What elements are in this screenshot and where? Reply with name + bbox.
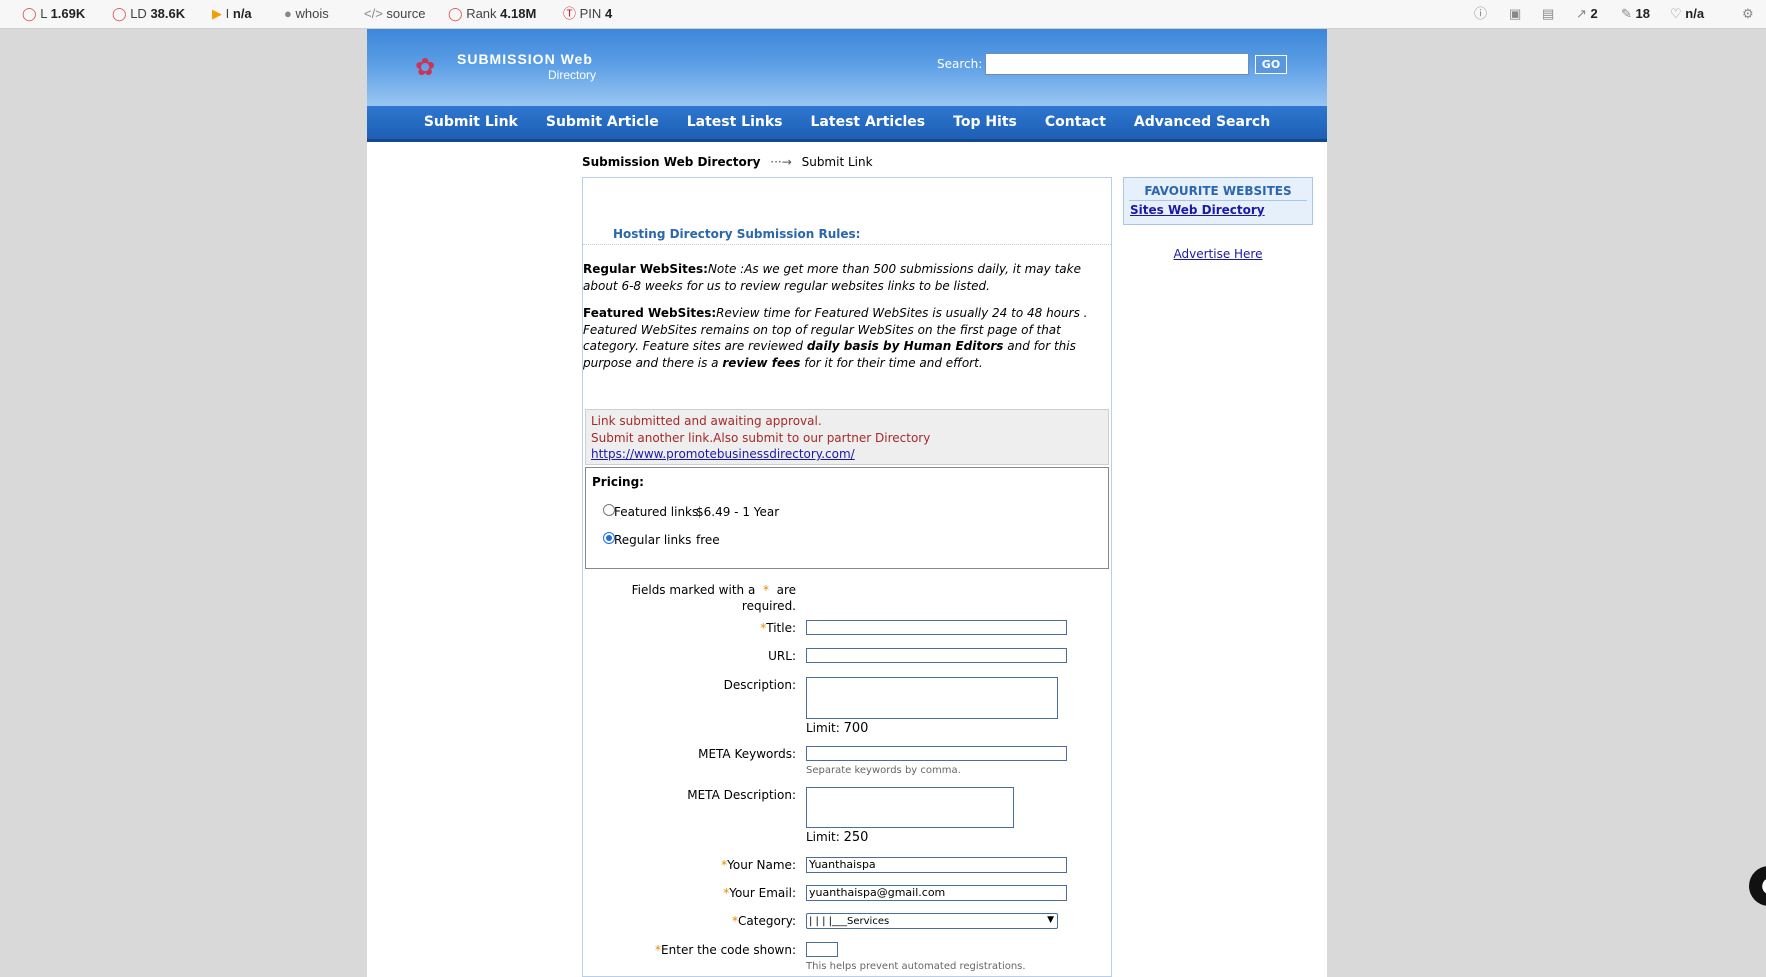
partner-directory-link[interactable]: https://www.promotebusinessdirectory.com… xyxy=(591,447,855,461)
nav-submit-article[interactable]: Submit Article xyxy=(546,106,659,139)
title-input[interactable] xyxy=(806,620,1067,635)
breadcrumb-current: Submit Link xyxy=(801,155,873,169)
nav-advanced-search[interactable]: Advanced Search xyxy=(1134,106,1270,139)
description-textarea[interactable] xyxy=(806,677,1058,719)
url-label: URL: xyxy=(768,649,796,663)
seo-item-edit[interactable]: ✎ 18 xyxy=(1621,6,1650,22)
chevron-down-icon: ▼ xyxy=(1047,915,1054,925)
captcha-hint: This helps prevent automated registratio… xyxy=(806,961,1026,972)
circle-icon: ◯ xyxy=(448,6,463,21)
email-input[interactable]: yuanthaispa@gmail.com xyxy=(806,885,1067,901)
sites-web-directory-link[interactable]: Sites Web Directory xyxy=(1130,203,1265,217)
meta-description-textarea[interactable] xyxy=(806,787,1014,828)
bing-icon: ▶ xyxy=(212,6,222,21)
chat-icon[interactable]: ▣ xyxy=(1509,6,1521,22)
seo-toolbar: ◯ L 1.69K ◯ LD 38.6K ▶ I n/a ● whois </>… xyxy=(0,0,1766,29)
nav-contact[interactable]: Contact xyxy=(1045,106,1106,139)
search-input[interactable] xyxy=(985,53,1249,75)
main-nav: Submit Link Submit Article Latest Links Lat… xyxy=(367,106,1327,142)
seo-item-rank[interactable]: ◯ Rank 4.18M xyxy=(448,6,536,22)
required-note: Fields marked with a * are required. xyxy=(631,583,796,613)
breadcrumb: Submission Web Directory ···→ Submit Lin… xyxy=(582,155,873,169)
meta-description-label: META Description: xyxy=(687,788,796,802)
submission-notice: Link submitted and awaiting approval. Su… xyxy=(585,409,1109,465)
description-label: Description: xyxy=(723,678,796,692)
seo-item-l[interactable]: ◯ L 1.69K xyxy=(22,6,85,22)
name-input[interactable]: Yuanthaispa xyxy=(806,857,1067,873)
nav-latest-links[interactable]: Latest Links xyxy=(687,106,783,139)
site-header: ✿ SUBMISSION Web Directory Search: GO xyxy=(367,29,1327,106)
meta-keywords-label: META Keywords: xyxy=(698,747,796,761)
seo-item-pin[interactable]: Ⓣ PIN 4 xyxy=(563,6,612,22)
pinterest-icon: Ⓣ xyxy=(563,6,577,21)
submit-content: Hosting Directory Submission Rules: Regu… xyxy=(582,177,1112,977)
search-label: Search: xyxy=(937,57,983,71)
meta-description-limit: Limit: 250 xyxy=(806,830,869,845)
regular-links-price: free xyxy=(696,533,720,547)
seo-item-whois[interactable]: ● whois xyxy=(284,6,329,22)
code-label: *Enter the code shown: xyxy=(655,943,796,957)
seo-item-source[interactable]: </> source xyxy=(364,6,425,22)
heart-icon: ♡ xyxy=(1670,6,1682,21)
edit-icon: ✎ xyxy=(1621,6,1632,21)
code-icon: </> xyxy=(364,6,383,21)
favourite-divider xyxy=(1129,200,1307,201)
advertise-here-link[interactable]: Advertise Here xyxy=(1123,247,1313,261)
regular-websites-rule: Regular WebSites:Note :As we get more th… xyxy=(583,262,1081,293)
logo-title[interactable]: SUBMISSION Web xyxy=(457,51,593,67)
gear-icon[interactable]: ⚙ xyxy=(1742,6,1754,22)
logo-subtitle[interactable]: Directory xyxy=(548,68,596,82)
circle-icon: ◯ xyxy=(112,6,127,21)
page-container: ✿ SUBMISSION Web Directory Search: GO Su… xyxy=(367,29,1327,977)
nav-submit-link[interactable]: Submit Link xyxy=(424,106,518,139)
nav-top-hits[interactable]: Top Hits xyxy=(953,106,1017,139)
rules-divider xyxy=(583,244,1111,245)
favourite-websites-title: FAVOURITE WEBSITES xyxy=(1144,184,1292,198)
nav-latest-articles[interactable]: Latest Articles xyxy=(811,106,926,139)
meta-keywords-input[interactable] xyxy=(806,746,1067,761)
chat-widget-icon[interactable]: ● xyxy=(1749,866,1766,906)
category-select[interactable]: | | | |___Services ▼ xyxy=(806,913,1058,929)
breadcrumb-home[interactable]: Submission Web Directory xyxy=(582,155,760,169)
info-icon[interactable]: ⓘ xyxy=(1474,6,1487,22)
meta-keywords-hint: Separate keywords by comma. xyxy=(806,765,961,776)
breadcrumb-arrow-icon: ···→ xyxy=(770,155,792,169)
email-label: *Your Email: xyxy=(723,886,796,900)
person-icon: ● xyxy=(284,6,292,21)
doc-icon[interactable]: ▤ xyxy=(1542,6,1554,22)
featured-websites-rule: Featured WebSites:Review time for Featur… xyxy=(583,306,1088,370)
seo-item-heart[interactable]: ♡ n/a xyxy=(1670,6,1704,22)
featured-links-label[interactable]: Featured links xyxy=(614,505,698,519)
name-label: *Your Name: xyxy=(721,858,796,872)
circle-icon: ◯ xyxy=(22,6,37,21)
seo-item-ld[interactable]: ◯ LD 38.6K xyxy=(112,6,185,22)
regular-links-label[interactable]: Regular links xyxy=(614,533,691,547)
seo-item-i[interactable]: ▶ I n/a xyxy=(212,6,252,22)
search-go-button[interactable]: GO xyxy=(1255,55,1287,74)
category-label: *Category: xyxy=(732,914,796,928)
rules-title: Hosting Directory Submission Rules: xyxy=(613,227,861,241)
pricing-title: Pricing: xyxy=(592,475,644,489)
seo-item-external[interactable]: ↗ 2 xyxy=(1576,6,1598,22)
title-label: *Title: xyxy=(760,621,796,635)
featured-links-price: $6.49 - 1 Year xyxy=(696,505,780,519)
description-limit: Limit: 700 xyxy=(806,721,869,736)
external-link-icon: ↗ xyxy=(1576,6,1587,21)
logo-icon[interactable]: ✿ xyxy=(415,53,441,81)
pricing-box: Pricing: Featured links $6.49 - 1 Year R… xyxy=(585,467,1109,569)
favourite-websites-box: FAVOURITE WEBSITES Sites Web Directory xyxy=(1123,177,1313,225)
captcha-input[interactable] xyxy=(806,942,838,957)
url-input[interactable] xyxy=(806,648,1067,663)
